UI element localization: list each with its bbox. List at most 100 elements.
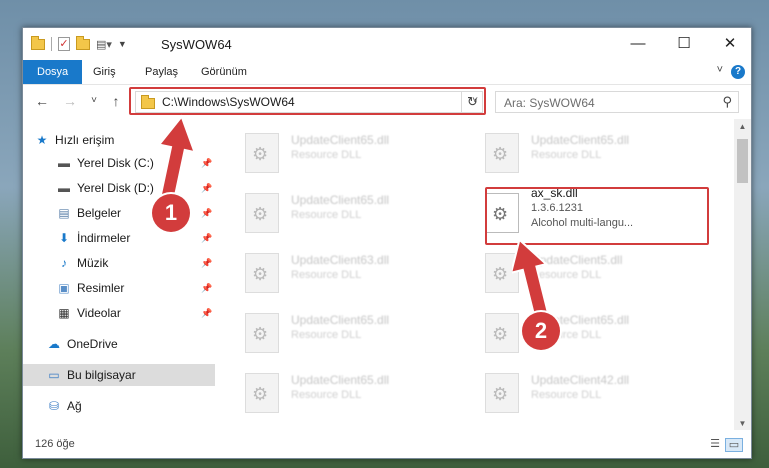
minimize-button[interactable]: —	[615, 28, 661, 60]
file-name: UpdateClient65.dll	[291, 133, 390, 147]
up-button[interactable]: ↑	[107, 92, 125, 110]
ribbon-tabs: Dosya Giriş Paylaş Görünüm ˅ ?	[23, 60, 751, 85]
recent-locations-button[interactable]: ˅	[85, 92, 103, 110]
sidebar-item-downloads[interactable]: ⬇ İndirmeler 📌	[23, 227, 215, 249]
sidebar-item-pictures[interactable]: ▣ Resimler 📌	[23, 277, 215, 299]
close-button[interactable]: ✕	[707, 28, 751, 60]
tab-share[interactable]: Paylaş	[133, 60, 190, 84]
network-icon: ⛁	[48, 399, 60, 413]
file-item[interactable]: UpdateClient65.dll Resource DLL	[457, 125, 687, 175]
sidebar-item-label: Ağ	[67, 399, 82, 413]
file-item[interactable]: UpdateClient65.dll Resource DLL	[217, 125, 447, 175]
music-icon: ♪	[61, 256, 67, 270]
sidebar-item-label: Yerel Disk (C:)	[77, 156, 154, 170]
computer-icon: ▭	[48, 368, 60, 382]
quick-access-toolbar: ✓ ▤▾ ▼	[31, 35, 127, 51]
properties-icon[interactable]: ✓	[58, 37, 70, 51]
sidebar-item-music[interactable]: ♪ Müzik 📌	[23, 252, 215, 274]
dll-file-icon	[245, 253, 279, 293]
documents-icon: ▤	[58, 206, 70, 220]
chevron-down-icon[interactable]: ▼	[118, 39, 127, 49]
sidebar-item-label: Yerel Disk (D:)	[77, 181, 154, 195]
downloads-icon: ⬇	[58, 231, 70, 245]
title-bar: ✓ ▤▾ ▼ SysWOW64 — ☐ ✕	[23, 28, 751, 60]
sidebar-item-label: Belgeler	[77, 206, 122, 220]
status-bar: 126 öğe ☰ ▭	[23, 430, 751, 458]
scrollbar-thumb[interactable]	[737, 139, 748, 183]
dll-file-icon	[245, 313, 279, 353]
star-icon: ★	[36, 133, 48, 147]
back-button[interactable]: ←	[33, 92, 51, 110]
file-type: Resource DLL	[291, 389, 362, 401]
file-item[interactable]: UpdateClient42.dll Resource DLL	[457, 365, 687, 415]
file-name: UpdateClient65.dll	[531, 133, 630, 147]
vertical-scrollbar[interactable]: ▲ ▼	[734, 119, 751, 431]
file-item[interactable]: UpdateClient65.dll Resource DLL	[217, 305, 447, 355]
drive-icon: ▬	[58, 156, 70, 170]
scroll-up-icon[interactable]: ▲	[734, 122, 751, 131]
sidebar-item-label: OneDrive	[67, 337, 118, 351]
file-type: Resource DLL	[291, 149, 362, 161]
search-input[interactable]: Ara: SysWOW64 ⚲	[495, 91, 739, 113]
search-placeholder: Ara: SysWOW64	[504, 96, 595, 110]
drive-icon: ▬	[58, 181, 70, 195]
file-item[interactable]: UpdateClient65.dll Resource DLL	[217, 185, 447, 235]
tab-view[interactable]: Görünüm	[189, 60, 259, 84]
file-name: UpdateClient65.dll	[291, 193, 390, 207]
details-view-icon[interactable]: ☰	[707, 438, 723, 450]
explorer-window: ✓ ▤▾ ▼ SysWOW64 — ☐ ✕ Dosya Giriş Paylaş…	[22, 27, 752, 459]
window-title: SysWOW64	[161, 37, 232, 52]
sidebar-item-label: Bu bilgisayar	[67, 368, 136, 382]
dll-file-icon	[245, 193, 279, 233]
expand-ribbon-icon[interactable]: ˅	[717, 64, 723, 76]
forward-button[interactable]: →	[61, 92, 79, 110]
file-name: UpdateClient65.dll	[291, 373, 390, 387]
file-name: UpdateClient42.dll	[531, 373, 630, 387]
pin-icon[interactable]: 📌	[201, 252, 212, 274]
dll-file-icon	[485, 133, 519, 173]
sidebar-item-network[interactable]: ⛁ Ağ	[23, 395, 215, 417]
sidebar-item-videos[interactable]: ▦ Videolar 📌	[23, 302, 215, 324]
file-item[interactable]: UpdateClient65.dll Resource DLL	[217, 365, 447, 415]
sidebar-item-label: İndirmeler	[77, 231, 131, 245]
pin-icon[interactable]: 📌	[201, 302, 212, 324]
cloud-icon: ☁	[48, 337, 60, 351]
pin-icon[interactable]: 📌	[201, 277, 212, 299]
folder-icon	[31, 35, 45, 50]
toolbar-divider	[51, 37, 52, 51]
sidebar-item-label: Resimler	[77, 281, 125, 295]
file-type: Resource DLL	[291, 329, 362, 341]
tab-home[interactable]: Giriş	[81, 60, 128, 84]
sidebar-item-onedrive[interactable]: ☁ OneDrive	[23, 333, 215, 355]
step-1-badge: 1	[152, 194, 190, 232]
file-type: Resource DLL	[531, 389, 602, 401]
help-icon[interactable]: ?	[731, 65, 745, 79]
item-count: 126 öğe	[35, 438, 75, 450]
file-list: UpdateClient65.dll Resource DLL UpdateCl…	[217, 119, 734, 431]
tiles-view-icon[interactable]: ▭	[725, 438, 743, 452]
dll-file-icon	[485, 373, 519, 413]
sidebar-item-label: Hızlı erişim	[55, 133, 115, 147]
dll-file-icon	[245, 373, 279, 413]
pictures-icon: ▣	[58, 281, 70, 295]
search-icon: ⚲	[722, 94, 732, 109]
file-type: Resource DLL	[291, 269, 362, 281]
dll-file-icon	[245, 133, 279, 173]
scroll-down-icon[interactable]: ▼	[734, 419, 751, 428]
navigation-bar: ← → ˅ ↑ C:\Windows\SysWOW64 ˅ ↻ Ara: Sys…	[23, 85, 751, 119]
new-folder-icon[interactable]	[76, 35, 90, 50]
videos-icon: ▦	[58, 306, 70, 320]
file-type: Resource DLL	[531, 149, 602, 161]
file-item[interactable]: UpdateClient5.dll Resource DLL	[457, 245, 687, 295]
file-item[interactable]: UpdateClient65.dll Resource DLL	[457, 305, 687, 355]
maximize-button[interactable]: ☐	[661, 28, 707, 60]
sidebar-item-label: Videolar	[77, 306, 121, 320]
step-2-badge: 2	[522, 312, 560, 350]
customize-icon[interactable]: ▤▾	[96, 38, 112, 51]
file-item[interactable]: UpdateClient63.dll Resource DLL	[217, 245, 447, 295]
sidebar-item-this-pc[interactable]: ▭ Bu bilgisayar	[23, 364, 215, 386]
tab-file[interactable]: Dosya	[23, 60, 83, 84]
file-name: UpdateClient65.dll	[291, 313, 390, 327]
file-name: UpdateClient63.dll	[291, 253, 390, 267]
pin-icon[interactable]: 📌	[201, 227, 212, 249]
